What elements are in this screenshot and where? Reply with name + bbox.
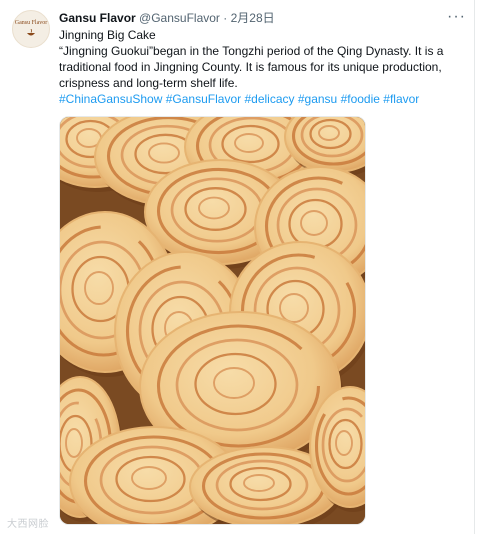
tweet-text-line: Jingning Big Cake [59,28,156,42]
tweet-text-line: traditional food in Jingning County. It … [59,60,442,74]
hashtag-link[interactable]: #gansu [298,92,337,106]
more-horizontal-icon[interactable]: ··· [447,9,466,25]
hashtag-line: #ChinaGansuShow #GansuFlavor #delicacy #… [59,91,471,107]
avatar-label: Gansu Flavor [14,20,48,26]
tweet-text: Jingning Big Cake “Jingning Guokui”began… [59,27,471,107]
watermark-text: 大西网脸 [7,519,49,530]
separator-dot: · [223,11,228,25]
hashtag-link[interactable]: #foodie [341,92,380,106]
hashtag-link[interactable]: #ChinaGansuShow [59,92,162,106]
hashtag-link[interactable]: #flavor [383,92,419,106]
display-name[interactable]: Gansu Flavor [59,11,136,25]
user-handle[interactable]: @GansuFlavor [139,11,220,25]
bowl-icon [27,29,35,36]
tweet-text-line: crispness and long-term shelf life. [59,76,238,90]
hashtag-link[interactable]: #delicacy [244,92,294,106]
tweet-media[interactable] [59,116,366,525]
avatar[interactable]: Gansu Flavor [12,10,50,48]
panel-border [474,0,475,534]
hashtag-link[interactable]: #GansuFlavor [166,92,241,106]
tweet-date[interactable]: 2月28日 [231,11,275,25]
tweet-text-line: “Jingning Guokui”began in the Tongzhi pe… [59,44,444,58]
cake-photo [60,117,365,524]
tweet-header: Gansu Flavor @GansuFlavor · 2月28日 [59,10,275,26]
